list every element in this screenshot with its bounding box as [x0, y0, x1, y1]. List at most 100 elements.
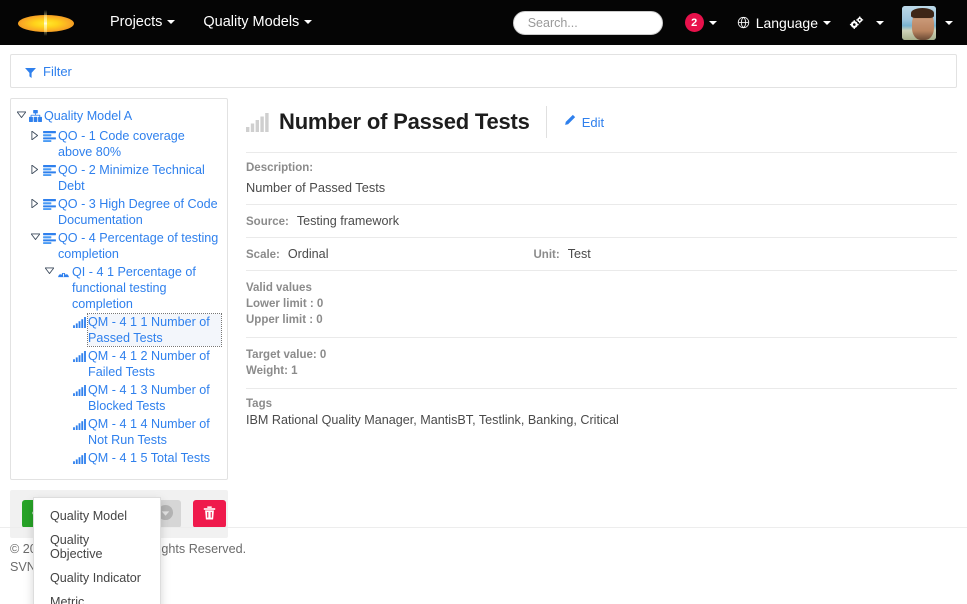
scale-unit-block: Scale: Ordinal Unit: Test [246, 237, 957, 270]
tree-node-label[interactable]: QO - 1 Code coverage above 80% [58, 128, 221, 160]
avatar-hair [911, 7, 934, 18]
add-dropdown-menu[interactable]: Quality Model Quality Objective Quality In… [33, 497, 161, 604]
lower-limit: Lower limit : 0 [246, 298, 324, 310]
tree-node[interactable]: QM - 4 1 5 Total Tests [17, 449, 221, 469]
top-navbar: Projects Quality Models 2 Language [0, 0, 967, 45]
tree-node-label[interactable]: QO - 2 Minimize Technical Debt [58, 162, 221, 194]
avatar [902, 5, 936, 40]
nav-projects[interactable]: Projects [96, 0, 189, 45]
source-block: Source: Testing framework [246, 204, 957, 237]
gears-icon [849, 15, 865, 30]
tree-node[interactable]: QO - 4 Percentage of testing completion [17, 229, 221, 263]
tree-node[interactable]: QM - 4 1 2 Number of Failed Tests [17, 347, 221, 381]
scale-value: Ordinal [287, 247, 329, 261]
metric-icon [73, 450, 88, 468]
tree-node[interactable]: Quality Model A [16, 107, 221, 127]
target-value: Target value: 0 [246, 349, 327, 361]
tags-label: Tags [246, 398, 272, 410]
app-logo[interactable] [18, 9, 74, 36]
metric-icon [73, 348, 88, 380]
tree-node[interactable]: QO - 2 Minimize Technical Debt [17, 161, 221, 195]
nav-quality-models-label: Quality Models [203, 14, 300, 30]
sitemap-icon [29, 108, 44, 126]
dropdown-item[interactable]: Quality Indicator [34, 566, 160, 590]
detail-panel: Number of Passed Tests Edit Description:… [228, 98, 957, 436]
tree-node-label[interactable]: QM - 4 1 5 Total Tests [88, 450, 210, 468]
tree-node[interactable]: QO - 1 Code coverage above 80% [17, 127, 221, 161]
page-title: Number of Passed Tests [279, 109, 530, 134]
tree-node-label[interactable]: QM - 4 1 4 Number of Not Run Tests [88, 416, 221, 448]
search-input[interactable] [525, 14, 650, 31]
tree-node[interactable]: QO - 3 High Degree of Code Documentation [17, 195, 221, 229]
tree-node[interactable]: QM - 4 1 1 Number of Passed Tests [17, 313, 222, 347]
unit-label: Unit: [533, 249, 560, 261]
notifications-menu[interactable]: 2 [684, 13, 717, 32]
description-value: Number of Passed Tests [246, 180, 386, 195]
tree-twisty[interactable] [31, 196, 43, 228]
tree-node[interactable]: QI - 4 1 Percentage of functional testin… [17, 263, 221, 313]
chevron-down-icon [304, 20, 313, 25]
valid-values-label: Valid values [246, 282, 312, 294]
status-badge: 2 [684, 13, 704, 32]
tree-node-label[interactable]: QM - 4 1 1 Number of Passed Tests [87, 313, 222, 347]
upper-limit: Upper limit : 0 [246, 314, 323, 326]
dropdown-item[interactable]: Metric [34, 590, 160, 604]
source-value: Testing framework [296, 214, 400, 228]
filter-bar: Filter [10, 54, 957, 88]
chevron-down-icon [945, 20, 953, 25]
language-menu[interactable]: Language [737, 15, 831, 31]
dropdown-item[interactable]: Quality Objective [34, 528, 160, 566]
tree-twisty[interactable] [31, 128, 43, 160]
filter-label: Filter [43, 63, 72, 79]
objective-icon [43, 162, 58, 194]
metric-icon [73, 314, 88, 346]
globe-icon [737, 16, 750, 29]
objective-icon [43, 230, 58, 262]
tree-twisty[interactable] [61, 382, 73, 414]
tree-node-label[interactable]: QO - 4 Percentage of testing completion [58, 230, 221, 262]
tree-twisty[interactable] [61, 314, 73, 346]
filter-icon [25, 66, 36, 78]
objective-icon [43, 128, 58, 160]
tree-twisty[interactable] [16, 108, 29, 126]
tree-node-label[interactable]: QO - 3 High Degree of Code Documentation [58, 196, 221, 228]
nav-projects-label: Projects [110, 14, 163, 30]
search-box[interactable] [512, 10, 663, 35]
chevron-down-icon [167, 20, 176, 25]
filter-button[interactable]: Filter [25, 64, 72, 79]
metric-icon [246, 112, 269, 132]
tree-twisty[interactable] [44, 264, 57, 312]
tree-twisty[interactable] [31, 162, 43, 194]
nav-quality-models[interactable]: Quality Models [189, 0, 326, 45]
tree-twisty[interactable] [30, 230, 43, 262]
trash-icon [203, 505, 216, 523]
unit-value: Test [567, 247, 591, 261]
chevron-down-icon [876, 20, 884, 25]
detail-header: Number of Passed Tests Edit [246, 98, 957, 152]
tree-node-label[interactable]: QI - 4 1 Percentage of functional testin… [72, 264, 221, 312]
edit-link[interactable]: Edit [563, 114, 604, 130]
metric-icon [73, 382, 88, 414]
tree-node-label[interactable]: Quality Model A [44, 108, 132, 126]
tree-node[interactable]: QM - 4 1 4 Number of Not Run Tests [17, 415, 221, 449]
chevron-down-icon [708, 20, 717, 25]
pencil-icon [563, 114, 576, 130]
tree-twisty[interactable] [61, 348, 73, 380]
scale-label: Scale: [246, 249, 280, 261]
delete-button[interactable] [193, 500, 226, 528]
description-label: Description: [246, 162, 314, 174]
objective-icon [43, 196, 58, 228]
tree-node-label[interactable]: QM - 4 1 3 Number of Blocked Tests [88, 382, 221, 414]
user-menu[interactable] [902, 5, 953, 40]
navbar-right: 2 Language [512, 5, 959, 40]
weight-value: Weight: 1 [246, 365, 298, 377]
quality-model-tree: Quality Model A QO - 1 Code coverage abov… [10, 98, 228, 480]
content-area: Quality Model A QO - 1 Code coverage abov… [0, 88, 967, 538]
tree-node-label[interactable]: QM - 4 1 2 Number of Failed Tests [88, 348, 221, 380]
dropdown-item[interactable]: Quality Model [34, 504, 160, 528]
tree-twisty[interactable] [61, 450, 73, 468]
tree-node[interactable]: QM - 4 1 3 Number of Blocked Tests [17, 381, 221, 415]
tree-twisty[interactable] [61, 416, 73, 448]
settings-menu[interactable] [849, 15, 884, 30]
target-weight-block: Target value: 0 Weight: 1 [246, 337, 957, 388]
